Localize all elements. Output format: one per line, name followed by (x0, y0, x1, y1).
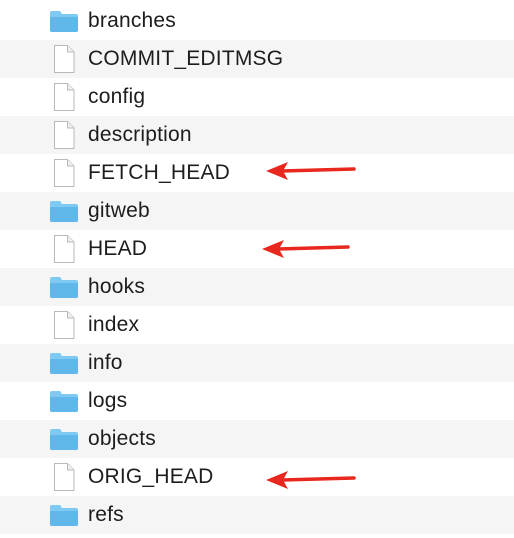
folder-icon (48, 268, 80, 306)
list-item-index[interactable]: index (0, 306, 514, 344)
list-item-branches[interactable]: branches (0, 2, 514, 40)
document-icon (48, 458, 80, 496)
item-name: logs (88, 389, 128, 412)
list-item-orig-head[interactable]: ORIG_HEAD (0, 458, 514, 496)
list-item-logs[interactable]: logs (0, 382, 514, 420)
list-item-refs[interactable]: refs (0, 496, 514, 534)
file-list: branches COMMIT_EDITMSG config descripti… (0, 2, 514, 534)
document-icon (48, 230, 80, 268)
document-icon (48, 154, 80, 192)
document-icon (48, 78, 80, 116)
list-item-gitweb[interactable]: gitweb (0, 192, 514, 230)
folder-icon (48, 344, 80, 382)
document-icon (48, 40, 80, 78)
list-item-commit-editmsg[interactable]: COMMIT_EDITMSG (0, 40, 514, 78)
folder-icon (48, 2, 80, 40)
item-name: COMMIT_EDITMSG (88, 47, 284, 70)
folder-icon (48, 192, 80, 230)
item-name: index (88, 313, 140, 336)
list-item-description[interactable]: description (0, 116, 514, 154)
list-item-fetch-head[interactable]: FETCH_HEAD (0, 154, 514, 192)
item-name: FETCH_HEAD (88, 161, 231, 184)
item-name: description (88, 123, 192, 146)
item-name: HEAD (88, 237, 148, 260)
document-icon (48, 306, 80, 344)
item-name: objects (88, 427, 156, 450)
folder-icon (48, 382, 80, 420)
item-name: info (88, 351, 123, 374)
item-name: config (88, 85, 146, 108)
list-item-info[interactable]: info (0, 344, 514, 382)
item-name: hooks (88, 275, 146, 298)
item-name: refs (88, 503, 124, 526)
document-icon (48, 116, 80, 154)
folder-icon (48, 496, 80, 534)
item-name: ORIG_HEAD (88, 465, 214, 488)
list-item-head[interactable]: HEAD (0, 230, 514, 268)
list-item-hooks[interactable]: hooks (0, 268, 514, 306)
list-item-config[interactable]: config (0, 78, 514, 116)
item-name: gitweb (88, 199, 150, 222)
list-item-objects[interactable]: objects (0, 420, 514, 458)
folder-icon (48, 420, 80, 458)
item-name: branches (88, 9, 176, 32)
